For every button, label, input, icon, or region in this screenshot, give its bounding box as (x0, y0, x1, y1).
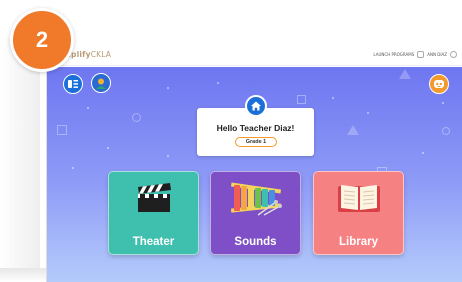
top-right-menu: LAUNCH PROGRAMS ANN DIAZ (373, 51, 457, 58)
menu-button[interactable] (63, 74, 83, 94)
step-number-badge: 2 (10, 8, 74, 72)
decor-triangle (347, 125, 359, 135)
grade-selector[interactable]: Grade 1 (235, 137, 277, 147)
robot-face-icon (434, 80, 444, 88)
decor-square (297, 95, 306, 104)
home-stage: Hello Teacher Diaz! Grade 1 Theater Soun… (47, 67, 462, 282)
theater-label: Theater (132, 236, 175, 248)
user-name[interactable]: ANN DIAZ (427, 52, 447, 57)
clapperboard-icon (109, 182, 198, 214)
app-window: AmplifyCKLA LAUNCH PROGRAMS ANN DIAZ Hel… (46, 44, 462, 282)
user-icon[interactable] (450, 51, 457, 58)
decor-dot (422, 152, 424, 154)
menu-icon (68, 80, 78, 88)
home-icon (251, 101, 261, 111)
page-shadow-left (0, 38, 40, 282)
theater-tile[interactable]: Theater (108, 171, 199, 255)
logo-suffix: CKLA (90, 50, 112, 59)
sounds-label: Sounds (234, 236, 277, 248)
decor-triangle (399, 69, 411, 79)
library-tile[interactable]: Library (313, 171, 404, 255)
home-button[interactable] (245, 95, 267, 117)
launch-programs-link[interactable]: LAUNCH PROGRAMS (373, 52, 414, 57)
decor-dot (167, 155, 169, 157)
decor-dot (107, 147, 109, 149)
open-book-icon (314, 182, 403, 214)
decor-circle (132, 113, 141, 122)
settings-button[interactable] (429, 74, 449, 94)
greeting-text: Hello Teacher Diaz! (216, 123, 295, 133)
decor-dot (442, 102, 444, 104)
library-label: Library (339, 236, 378, 248)
decor-circle (442, 127, 450, 135)
decor-dot (87, 107, 89, 109)
launch-programs-icon[interactable] (417, 51, 425, 58)
xylophone-icon (211, 182, 300, 216)
avatar-button[interactable] (91, 73, 111, 93)
decor-dot (367, 112, 369, 114)
decor-dot (332, 97, 334, 99)
top-bar: AmplifyCKLA LAUNCH PROGRAMS ANN DIAZ (47, 44, 462, 66)
decor-dot (217, 82, 219, 84)
decor-square (57, 125, 67, 135)
avatar-icon (94, 76, 108, 90)
step-number: 2 (35, 27, 49, 52)
decor-dot (72, 167, 74, 169)
sounds-tile[interactable]: Sounds (210, 171, 301, 255)
decor-dot (167, 87, 169, 89)
